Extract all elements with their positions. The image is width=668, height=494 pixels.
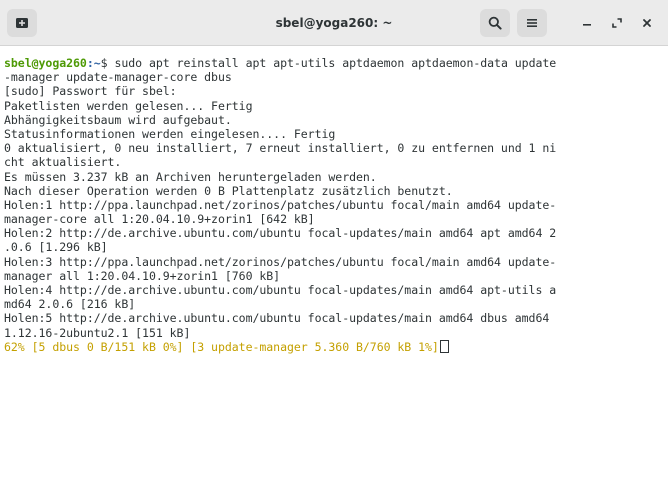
search-button[interactable]: [480, 9, 510, 37]
prompt-user-host: sbel@yoga260: [4, 56, 87, 70]
output-line: Holen:4 http://de.archive.ubuntu.com/ubu…: [4, 283, 557, 297]
header-bar: sbel@yoga260: ~: [0, 0, 668, 46]
output-line: Holen:2 http://de.archive.ubuntu.com/ubu…: [4, 226, 557, 241]
output-line: 0 aktualisiert, 0 neu installiert, 7 ern…: [4, 141, 557, 156]
close-button[interactable]: [634, 9, 660, 37]
progress-text: 62% [5 dbus 0 B/151 kB 0%] [3 update-man…: [4, 339, 439, 354]
prompt-command: sudo apt reinstall apt apt-utils aptdaem…: [114, 56, 557, 70]
command-prompt-line: sbel@yoga260:~$ sudo apt reinstall apt a…: [4, 56, 668, 70]
window-title: sbel@yoga260: ~: [275, 16, 393, 30]
new-tab-icon: [16, 18, 28, 28]
hamburger-menu-icon: [527, 19, 537, 27]
output-line: Nach dieser Operation werden 0 B Platten…: [4, 183, 453, 198]
output-line: Paketlisten werden gelesen... Fertig: [4, 98, 253, 113]
terminal-window: sbel@yoga260: ~ sbel@yoga260:~$ sudo apt…: [0, 0, 668, 494]
minimize-icon: [583, 24, 591, 26]
new-tab-button[interactable]: [7, 9, 37, 37]
output-line: cht aktualisiert.: [4, 155, 122, 170]
progress-line: 62% [5 dbus 0 B/151 kB 0%] [3 update-man…: [4, 339, 668, 354]
output-line: -manager update-manager-core dbus: [4, 70, 232, 85]
output-line: Es müssen 3.237 kB an Archiven herunterg…: [4, 169, 377, 184]
output-line: manager all 1:20.04.10.9+zorin1 [760 kB]: [4, 268, 281, 283]
output-line: 1.12.16-2ubuntu2.1 [151 kB]: [4, 325, 191, 340]
maximize-button[interactable]: [604, 9, 630, 37]
minimize-button[interactable]: [574, 9, 600, 37]
prompt-symbol: $: [100, 56, 115, 70]
prompt-path: :~: [86, 56, 101, 70]
search-icon: [488, 16, 502, 30]
terminal-output[interactable]: sbel@yoga260:~$ sudo apt reinstall apt a…: [0, 46, 668, 494]
terminal-cursor: [439, 339, 449, 353]
maximize-icon: [612, 18, 622, 28]
output-line: Statusinformationen werden eingelesen...…: [4, 126, 336, 141]
output-line: manager-core all 1:20.04.10.9+zorin1 [64…: [4, 212, 315, 227]
output-line: Holen:5 http://de.archive.ubuntu.com/ubu…: [4, 311, 550, 326]
output-line: Holen:1 http://ppa.launchpad.net/zorinos…: [4, 197, 557, 212]
output-line: md64 2.0.6 [216 kB]: [4, 297, 136, 312]
output-line: Holen:3 http://ppa.launchpad.net/zorinos…: [4, 254, 557, 269]
output-line: [sudo] Passwort für sbel:: [4, 84, 177, 99]
menu-button[interactable]: [517, 9, 547, 37]
output-line: Abhängigkeitsbaum wird aufgebaut.: [4, 112, 232, 127]
output-line: .0.6 [1.296 kB]: [4, 240, 108, 255]
close-icon: [643, 19, 651, 27]
